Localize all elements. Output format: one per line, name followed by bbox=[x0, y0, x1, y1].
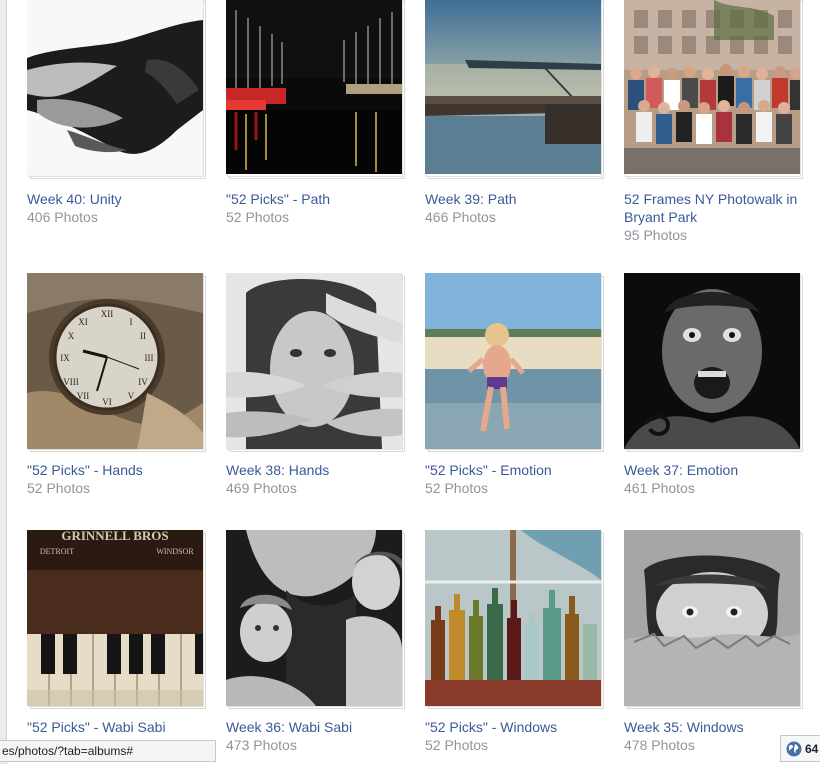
seaplane-dock-photo bbox=[425, 0, 601, 176]
bottles-window-photo bbox=[425, 530, 601, 706]
album-thumbnail[interactable] bbox=[226, 0, 405, 179]
album-thumbnail[interactable] bbox=[624, 530, 803, 709]
album-card: 52 Frames NY Photowalk in Bryant Park 95… bbox=[624, 0, 808, 244]
marina-night-photo bbox=[226, 0, 402, 176]
album-thumbnail[interactable] bbox=[226, 273, 405, 452]
album-card: Week 40: Unity 406 Photos bbox=[27, 0, 211, 226]
album-title[interactable]: Week 39: Path bbox=[425, 190, 609, 208]
album-card: Week 39: Path 466 Photos bbox=[425, 0, 609, 226]
album-thumbnail[interactable] bbox=[27, 0, 206, 179]
piano-brand-text: GRINNELL BROS bbox=[61, 530, 168, 543]
album-title[interactable]: Week 35: Windows bbox=[624, 718, 808, 736]
boy-cardboard-photo bbox=[624, 530, 800, 706]
album-photo-count: 466 Photos bbox=[425, 209, 496, 225]
svg-text:V: V bbox=[128, 391, 135, 401]
svg-text:XI: XI bbox=[78, 317, 88, 327]
album-thumbnail[interactable] bbox=[425, 273, 604, 452]
group-photo bbox=[624, 0, 800, 176]
chat-online-count: 64 bbox=[805, 741, 819, 756]
svg-text:IV: IV bbox=[138, 377, 148, 387]
svg-text:VIII: VIII bbox=[63, 377, 79, 387]
album-title[interactable]: "52 Picks" - Hands bbox=[27, 461, 211, 479]
album-photo-count: 52 Photos bbox=[425, 737, 489, 753]
album-photo-count: 469 Photos bbox=[226, 480, 297, 496]
album-title[interactable]: Week 36: Wabi Sabi bbox=[226, 718, 410, 736]
album-thumbnail[interactable] bbox=[226, 530, 405, 709]
clock-hands-photo: XII III VI IX I II IV V VII VIII X XI bbox=[27, 273, 203, 449]
album-thumbnail[interactable] bbox=[425, 530, 604, 709]
old-piano-photo: GRINNELL BROS DETROIT WINDSOR bbox=[27, 530, 203, 706]
album-title[interactable]: 52 Frames NY Photowalk in Bryant Park bbox=[624, 190, 808, 226]
album-title[interactable]: "52 Picks" - Windows bbox=[425, 718, 609, 736]
browser-status-url: es/photos/?tab=albums# bbox=[0, 740, 216, 762]
album-title[interactable]: "52 Picks" - Wabi Sabi bbox=[27, 718, 211, 736]
album-photo-count: 52 Photos bbox=[425, 480, 489, 496]
album-card: Week 37: Emotion 461 Photos bbox=[624, 273, 808, 497]
svg-text:III: III bbox=[145, 353, 154, 363]
album-title[interactable]: Week 38: Hands bbox=[226, 461, 410, 479]
svg-text:VII: VII bbox=[77, 391, 90, 401]
face-hands-photo bbox=[226, 273, 402, 449]
svg-text:VI: VI bbox=[102, 397, 112, 407]
child-beach-photo bbox=[425, 273, 601, 449]
album-thumbnail[interactable] bbox=[425, 0, 604, 179]
album-card: XII III VI IX I II IV V VII VIII X XI "5… bbox=[27, 273, 211, 497]
screaming-man-photo bbox=[624, 273, 800, 449]
album-photo-count: 461 Photos bbox=[624, 480, 695, 496]
hands-photo bbox=[27, 0, 203, 176]
album-thumbnail[interactable] bbox=[624, 0, 803, 179]
album-title[interactable]: "52 Picks" - Emotion bbox=[425, 461, 609, 479]
album-title[interactable]: "52 Picks" - Path bbox=[226, 190, 410, 208]
piano-city-left-text: DETROIT bbox=[40, 547, 74, 556]
album-card: Week 35: Windows 478 Photos bbox=[624, 530, 808, 754]
album-thumbnail[interactable] bbox=[624, 273, 803, 452]
album-card: "52 Picks" - Emotion 52 Photos bbox=[425, 273, 609, 497]
svg-text:I: I bbox=[130, 317, 133, 327]
svg-text:X: X bbox=[68, 331, 75, 341]
piano-city-right-text: WINDSOR bbox=[156, 547, 194, 556]
album-card: GRINNELL BROS DETROIT WINDSOR "52 Picks"… bbox=[27, 530, 211, 754]
album-photo-count: 406 Photos bbox=[27, 209, 98, 225]
pregnant-belly-kids-photo bbox=[226, 530, 402, 706]
album-title[interactable]: Week 37: Emotion bbox=[624, 461, 808, 479]
album-thumbnail[interactable]: XII III VI IX I II IV V VII VIII X XI bbox=[27, 273, 206, 452]
album-card: "52 Picks" - Path 52 Photos bbox=[226, 0, 410, 226]
album-photo-count: 52 Photos bbox=[226, 209, 290, 225]
globe-icon bbox=[786, 741, 802, 757]
chat-sidebar-toggle[interactable]: 64 bbox=[780, 735, 820, 762]
svg-text:XII: XII bbox=[101, 309, 114, 319]
album-photo-count: 473 Photos bbox=[226, 737, 297, 753]
svg-text:IX: IX bbox=[60, 353, 70, 363]
album-photo-count: 52 Photos bbox=[27, 480, 91, 496]
page-left-border bbox=[0, 0, 7, 764]
album-photo-count: 95 Photos bbox=[624, 227, 688, 243]
album-title[interactable]: Week 40: Unity bbox=[27, 190, 211, 208]
svg-text:II: II bbox=[140, 331, 146, 341]
album-card: Week 38: Hands 469 Photos bbox=[226, 273, 410, 497]
album-card: "52 Picks" - Windows 52 Photos bbox=[425, 530, 609, 754]
album-thumbnail[interactable]: GRINNELL BROS DETROIT WINDSOR bbox=[27, 530, 206, 709]
album-card: Week 36: Wabi Sabi 473 Photos bbox=[226, 530, 410, 754]
